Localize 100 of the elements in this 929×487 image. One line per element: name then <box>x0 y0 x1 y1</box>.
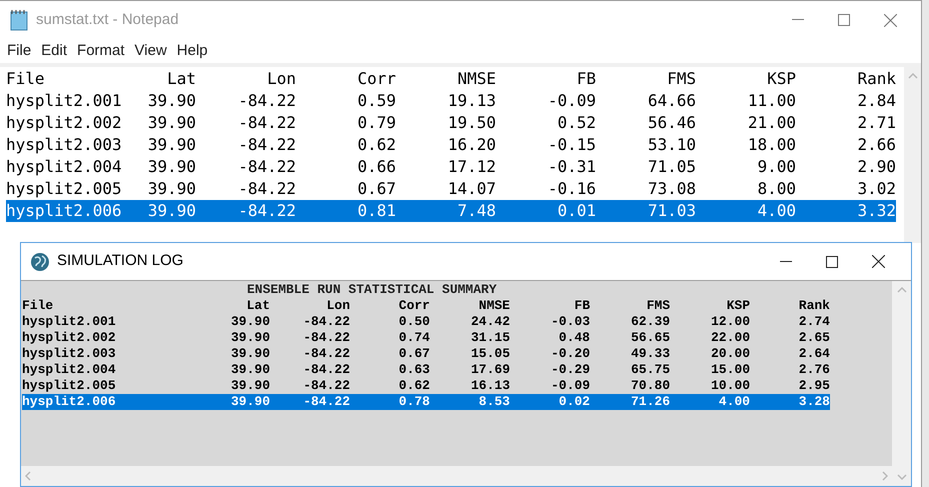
table-cell-text: 39.90 <box>230 314 270 330</box>
table-cell-text: 73.08 <box>646 178 696 200</box>
table-row[interactable]: hysplit2.005 39.90 -84.22 0.67 14.07 -0.16 73.08 8.00 3.02 <box>6 178 896 200</box>
scrollbar[interactable] <box>892 281 911 486</box>
table-cell-text: 31.15 <box>470 330 510 346</box>
table-cell-text: 15.00 <box>710 362 750 378</box>
table-row[interactable]: hysplit2.005 39.90 -84.22 0.62 16.13 -0.09 70.80 10.00 2.95 <box>22 378 830 394</box>
menu-item[interactable]: Edit <box>36 40 72 62</box>
column-header: FB <box>573 298 590 314</box>
table-cell-text: hysplit2.004 <box>22 362 117 378</box>
table-row[interactable]: hysplit2.004 39.90 -84.22 0.66 17.12 -0.31 71.05 9.00 2.90 <box>6 156 896 178</box>
table-cell-text: 2.71 <box>856 112 896 134</box>
table-cell-text: 19.13 <box>446 90 496 112</box>
table-cell-text: 3.02 <box>856 178 896 200</box>
column-header: Lon <box>326 298 350 314</box>
table-cell-text: 21.00 <box>746 112 796 134</box>
notepad-icon <box>8 9 30 31</box>
table-cell-text: 10.00 <box>710 378 750 394</box>
table-cell-text: 9.00 <box>756 156 796 178</box>
column-header: NMSE <box>478 298 510 314</box>
close-icon <box>884 14 896 26</box>
table-cell-text: hysplit2.004 <box>6 156 123 178</box>
table-cell-text: 15.05 <box>470 346 510 362</box>
table-cell-text: 2.66 <box>856 134 896 156</box>
table-row[interactable]: hysplit2.002 39.90 -84.22 0.74 31.15 0.48 56.65 22.00 2.65 <box>22 330 830 346</box>
table-cell-text: 39.90 <box>146 156 196 178</box>
table-cell-text: 39.90 <box>230 362 270 378</box>
table-cell-text: 18.00 <box>746 134 796 156</box>
table-cell-text: hysplit2.006 <box>6 200 123 222</box>
table-cell-text: -0.29 <box>550 362 590 378</box>
column-header: Lat <box>246 298 270 314</box>
table-cell-text: 0.62 <box>398 378 430 394</box>
column-header: File <box>6 68 46 90</box>
table-row[interactable]: hysplit2.003 39.90 -84.22 0.62 16.20 -0.15 53.10 18.00 2.66 <box>6 134 896 156</box>
table-row[interactable]: hysplit2.004 39.90 -84.22 0.63 17.69 -0.29 65.75 15.00 2.76 <box>22 362 830 378</box>
table-cell-text: 22.00 <box>710 330 750 346</box>
column-header: FB <box>576 68 596 90</box>
menu-item[interactable]: Format <box>72 40 130 62</box>
scrollbar[interactable] <box>21 466 892 486</box>
table-cell-text: -0.16 <box>546 178 596 200</box>
table-cell-text: -0.09 <box>550 378 590 394</box>
chevron-up-icon[interactable] <box>908 73 918 79</box>
table-cell-text: 39.90 <box>146 90 196 112</box>
table-cell-text: 62.39 <box>630 314 670 330</box>
menu-item[interactable]: Help <box>172 40 213 62</box>
table-cell-text: -84.22 <box>237 112 296 134</box>
table-cell-text: -84.22 <box>237 200 296 222</box>
column-header: Rank <box>856 68 896 90</box>
table-cell-text: 39.90 <box>146 112 196 134</box>
table-cell-text: 0.81 <box>356 200 396 222</box>
menu-item[interactable]: File <box>2 40 36 62</box>
table-cell-text: -84.22 <box>302 346 350 362</box>
table-cell-text: 2.74 <box>798 314 830 330</box>
column-header: Corr <box>398 298 430 314</box>
table-cell-text: 39.90 <box>146 134 196 156</box>
table-cell-text: hysplit2.002 <box>22 330 117 346</box>
table-row[interactable]: hysplit2.006 39.90 -84.22 0.81 7.48 0.01 71.03 4.00 3.32 <box>6 200 896 222</box>
table-cell-text: 7.48 <box>456 200 496 222</box>
table-cell-text: 2.90 <box>856 156 896 178</box>
table-cell-text: 70.80 <box>630 378 670 394</box>
chevron-down-icon[interactable] <box>896 474 906 480</box>
table-cell-text: 24.42 <box>470 314 510 330</box>
column-header: FMS <box>666 68 696 90</box>
table-row[interactable]: hysplit2.001 39.90 -84.22 0.59 19.13 -0.09 64.66 11.00 2.84 <box>6 90 896 112</box>
table-cell-text: 39.90 <box>230 330 270 346</box>
table-cell-text: 0.79 <box>356 112 396 134</box>
table-cell-text: 0.67 <box>356 178 396 200</box>
table-cell-text: 0.63 <box>398 362 430 378</box>
table-cell-text: -84.22 <box>237 178 296 200</box>
table-cell-text: 71.03 <box>646 200 696 222</box>
table-cell-text: 56.46 <box>646 112 696 134</box>
table-cell-text: 39.90 <box>146 178 196 200</box>
table-cell-text: 0.59 <box>356 90 396 112</box>
table-cell-text: 65.75 <box>630 362 670 378</box>
column-header: FMS <box>646 298 670 314</box>
table-cell-text: 3.28 <box>798 394 830 410</box>
table-cell-text: 56.65 <box>630 330 670 346</box>
table-cell-text: 0.52 <box>556 112 596 134</box>
table-cell-text: 20.00 <box>710 346 750 362</box>
table-row[interactable]: hysplit2.002 39.90 -84.22 0.79 19.50 0.52 56.46 21.00 2.71 <box>6 112 896 134</box>
table-cell-text: -84.22 <box>237 90 296 112</box>
table-row[interactable]: hysplit2.003 39.90 -84.22 0.67 15.05 -0.20 49.33 20.00 2.64 <box>22 346 830 362</box>
chevron-left-icon[interactable] <box>25 471 31 481</box>
table-cell-text: 0.50 <box>398 314 430 330</box>
scrollbar[interactable] <box>904 67 921 243</box>
table-cell-text: 53.10 <box>646 134 696 156</box>
table-cell-text: -0.31 <box>546 156 596 178</box>
chevron-up-icon[interactable] <box>896 287 906 293</box>
table-cell-text: -0.15 <box>546 134 596 156</box>
chevron-right-icon[interactable] <box>882 471 888 481</box>
table-row[interactable]: hysplit2.001 39.90 -84.22 0.50 24.42 -0.03 62.39 12.00 2.74 <box>22 314 830 330</box>
table-cell-text: 64.66 <box>646 90 696 112</box>
table-cell-text: -0.03 <box>550 314 590 330</box>
column-header: Lon <box>266 68 296 90</box>
menu-item[interactable]: View <box>130 40 172 62</box>
table-cell-text: 0.02 <box>558 394 590 410</box>
table-cell-text: 0.01 <box>556 200 596 222</box>
table-row[interactable]: hysplit2.006 39.90 -84.22 0.78 8.53 0.02 71.26 4.00 3.28 <box>22 394 830 410</box>
table-cell-text: 0.48 <box>558 330 590 346</box>
table-cell-text: hysplit2.005 <box>6 178 123 200</box>
